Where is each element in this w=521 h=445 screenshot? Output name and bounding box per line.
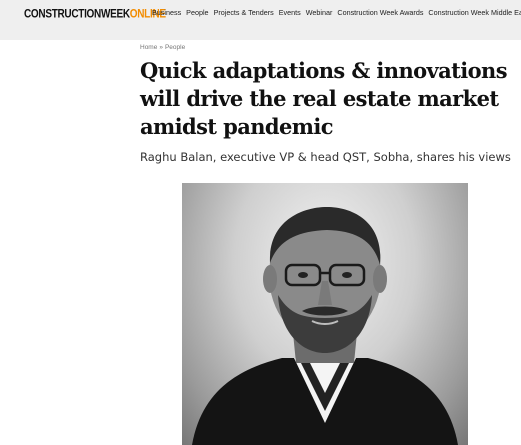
main-nav: Business People Projects & Tenders Event… (152, 8, 521, 17)
nav-item-construction-week-middle-east[interactable]: Construction Week Middle East (428, 8, 521, 17)
breadcrumb-home[interactable]: Home (140, 44, 157, 51)
portrait-illustration (192, 207, 458, 445)
article-title: Quick adaptations & innovations will dri… (140, 58, 508, 139)
breadcrumb: Home» People (140, 44, 185, 51)
logo-text-main: CONSTRUCTIONWEEK (24, 8, 130, 22)
nav-item-projects-tenders[interactable]: Projects & Tenders (214, 8, 274, 17)
site-logo[interactable]: CONSTRUCTIONWEEKONLINE (24, 8, 166, 21)
breadcrumb-separator: » (159, 44, 163, 51)
nav-item-construction-week-awards[interactable]: Construction Week Awards (337, 8, 423, 17)
top-navigation-bar: CONSTRUCTIONWEEKONLINE Business People P… (0, 0, 521, 40)
breadcrumb-people[interactable]: People (165, 44, 185, 51)
nav-item-business[interactable]: Business (152, 8, 181, 17)
nav-item-people[interactable]: People (186, 8, 208, 17)
nav-item-webinar[interactable]: Webinar (306, 8, 333, 17)
article-subtitle: Raghu Balan, executive VP & head QST, So… (140, 150, 511, 164)
nav-item-events[interactable]: Events (279, 8, 301, 17)
article-hero-photo (182, 183, 468, 445)
